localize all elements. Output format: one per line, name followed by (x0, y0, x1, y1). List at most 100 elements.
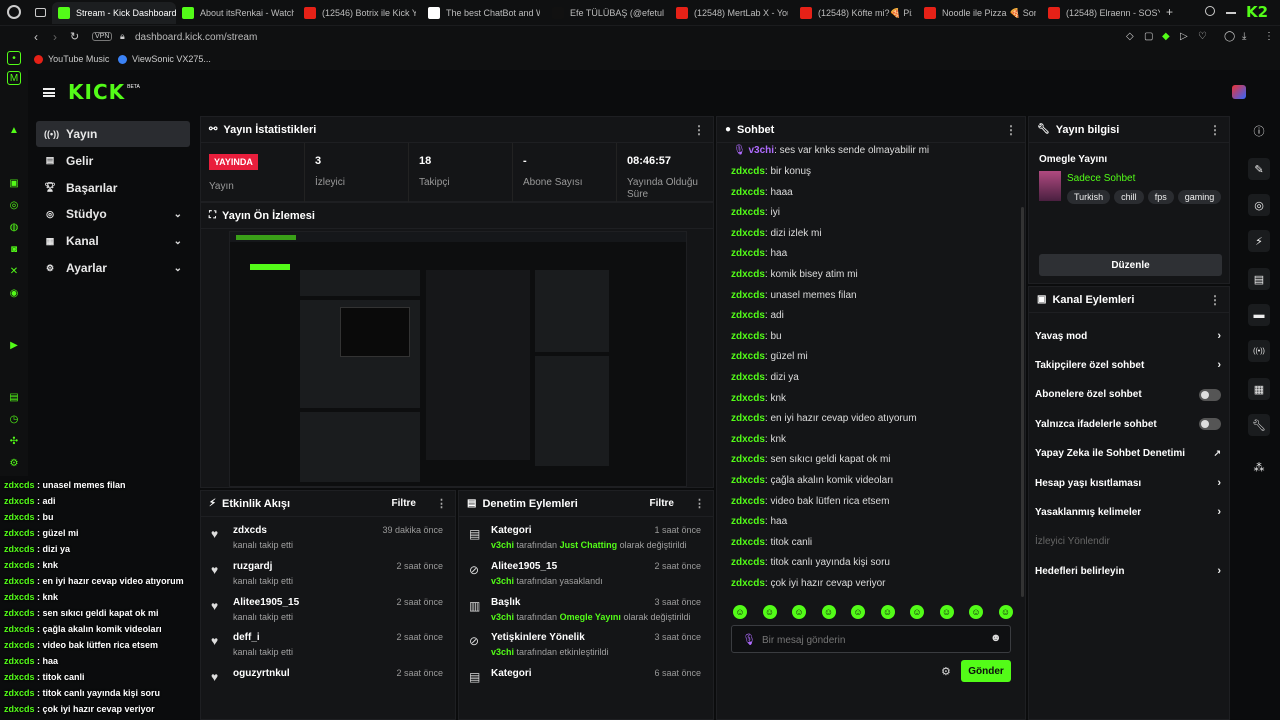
toggle-switch[interactable] (1199, 418, 1221, 431)
chevron-right-icon[interactable]: › (1217, 477, 1221, 489)
user-avatar[interactable] (1232, 85, 1246, 99)
chat-username[interactable]: zdxcds (731, 310, 765, 321)
filter-button[interactable]: Filtre (392, 498, 416, 509)
sidebar-item-3[interactable]: ◎ Stüdyo ⌄ (36, 201, 190, 227)
browser-tab[interactable]: The best ChatBot and W (428, 2, 540, 24)
chevron-down-icon[interactable]: ⌄ (174, 236, 182, 247)
reload-icon[interactable]: ↻ (70, 30, 79, 43)
chat-username[interactable]: zdxcds (731, 331, 765, 342)
emote-icon[interactable]: ☺ (998, 605, 1013, 619)
history-icon[interactable]: ◷ (7, 412, 21, 426)
filter-button[interactable]: Filtre (650, 498, 674, 509)
chat-icon[interactable]: ▬ (1248, 304, 1270, 326)
chat-username[interactable]: zdxcds (731, 166, 765, 177)
toggle-switch[interactable] (1199, 388, 1221, 401)
search-tabs-icon[interactable] (1205, 6, 1215, 16)
new-tab-button[interactable]: + (1166, 5, 1173, 19)
download-icon[interactable]: ⤓ (1242, 31, 1246, 42)
chat-username[interactable]: zdxcds (731, 290, 765, 301)
emote-icon[interactable]: ☺ (939, 605, 954, 619)
preview-video[interactable] (229, 231, 687, 487)
broadcast-icon[interactable]: ((•)) (1248, 340, 1270, 362)
stream-tag[interactable]: fps (1147, 190, 1174, 204)
emote-icon[interactable]: ☺ (733, 605, 747, 619)
x-icon[interactable]: ✕ (7, 264, 21, 278)
chat-scrollbar[interactable] (1021, 207, 1024, 597)
chat-username[interactable]: zdxcds (731, 454, 765, 465)
settings-gear-icon[interactable]: ⚙ (7, 456, 21, 470)
chat-settings-icon[interactable]: ⚙ (941, 665, 951, 678)
channel-action-item[interactable]: Hedefleri belirleyin › (1035, 560, 1221, 582)
event-username[interactable]: zdxcds (233, 525, 267, 536)
chat-username[interactable]: zdxcds (731, 372, 765, 383)
play-icon[interactable]: ▷ (1180, 31, 1188, 42)
more-options-icon[interactable]: ⋮ (1005, 123, 1017, 137)
emote-icon[interactable]: ☺ (910, 605, 924, 619)
chevron-down-icon[interactable]: ⌄ (174, 209, 182, 220)
sidebar-item-0[interactable]: ((•)) Yayın (36, 121, 190, 147)
activity-event[interactable]: ♥ Alitee1905_15 kanalı takip etti 2 saat ön… (209, 593, 447, 627)
channel-action-item[interactable]: Abonelere özel sohbet (1035, 384, 1221, 406)
chat-username[interactable]: zdxcds (731, 475, 765, 486)
chat-username[interactable]: zdxcds (731, 393, 765, 404)
browser-tab[interactable]: (12548) Elraenn - SOSYA (1048, 2, 1160, 24)
target-icon[interactable]: ◎ (1248, 194, 1270, 216)
moderation-event[interactable]: ⊘ Alitee1905_15 v3chi tarafından yasakland… (467, 557, 705, 591)
whatsapp-icon[interactable]: ◍ (7, 220, 21, 234)
more-options-icon[interactable]: ⋮ (1209, 123, 1221, 137)
microphone-icon[interactable]: 🎙︎ (742, 633, 756, 646)
activity-event[interactable]: ♥ oguzyrtnkul 2 saat önce (209, 664, 447, 698)
chat-username[interactable]: zdxcds (731, 207, 765, 218)
event-username[interactable]: ruzgardj (233, 561, 272, 572)
category-name[interactable]: Sadece Sohbet (1067, 173, 1135, 184)
browser-tab[interactable]: (12546) Botrix ile Kick Y (304, 2, 416, 24)
kick-sidebar-icon[interactable]: ▲ (7, 123, 21, 137)
forward-icon[interactable]: › (53, 30, 57, 44)
browser-tab[interactable]: (12548) Köfte mi?🍕 Piz (800, 2, 912, 24)
messenger-icon[interactable]: ◎ (7, 198, 21, 212)
bookmark-viewsonic[interactable]: ViewSonic VX275... (118, 54, 211, 64)
extensions-icon[interactable]: ✣ (7, 434, 21, 448)
stream-tag[interactable]: gaming (1177, 190, 1222, 204)
browser-tab[interactable]: Stream - Kick Dashboard (52, 2, 176, 24)
channel-action-item[interactable]: Yasaklanmış kelimeler › (1035, 501, 1221, 523)
chat-username[interactable]: v3chi (748, 145, 774, 156)
stream-tag[interactable]: Turkish (1067, 190, 1111, 204)
emote-icon[interactable]: ☺ (762, 605, 777, 619)
chat-username[interactable]: zdxcds (731, 557, 765, 568)
browser-tab[interactable]: (12548) MertLab X - You (676, 2, 788, 24)
chat-username[interactable]: zdxcds (731, 269, 765, 280)
chat-username[interactable]: zdxcds (731, 248, 765, 259)
info-icon[interactable]: ⓘ (1248, 120, 1270, 142)
vpn-badge[interactable]: VPN (92, 32, 113, 41)
player-icon[interactable]: ▶ (7, 338, 21, 352)
opera-logo-icon[interactable] (7, 5, 21, 19)
browser-tab[interactable]: About itsRenkai - Watch (182, 2, 294, 24)
panel-icon[interactable]: ▦ (1248, 378, 1270, 400)
more-options-icon[interactable]: ⋮ (694, 497, 705, 510)
chat-username[interactable]: zdxcds (731, 187, 765, 198)
sidebar-item-1[interactable]: ▤ Gelir (36, 148, 190, 174)
more-options-icon[interactable]: ⋮ (1209, 293, 1221, 307)
menu-icon[interactable]: ⋮ (1264, 31, 1274, 42)
emoji-picker-icon[interactable]: ☻ (990, 632, 1002, 644)
pencil-icon[interactable]: ✎ (1248, 158, 1270, 180)
discord-icon[interactable]: ◉ (7, 286, 21, 300)
tab-overview-icon[interactable] (35, 8, 46, 17)
bookmark-page-icon[interactable]: ◇ (1126, 31, 1134, 42)
whatsapp-web-icon[interactable]: • (7, 51, 21, 65)
moderator-username[interactable]: v3chi (491, 647, 514, 657)
chat-input-box[interactable]: 🎙︎ ☻ (731, 625, 1011, 653)
emote-icon[interactable]: ☺ (880, 605, 895, 619)
heart-icon[interactable]: ♡ (1198, 31, 1207, 42)
chevron-right-icon[interactable]: › (1217, 506, 1221, 518)
browser-tab[interactable]: Efe TÜLÜBAŞ (@efetulu (552, 2, 664, 24)
maps-icon[interactable]: M (7, 71, 21, 85)
wallet-icon[interactable]: ▤ (7, 390, 21, 404)
event-username[interactable]: deff_i (233, 632, 260, 643)
wrench-icon[interactable]: 🔧︎ (1248, 414, 1270, 436)
chevron-right-icon[interactable]: › (1217, 359, 1221, 371)
event-username[interactable]: oguzyrtnkul (233, 668, 290, 679)
chevron-right-icon[interactable]: › (1217, 330, 1221, 342)
kick-logo[interactable]: KICK BETA (68, 80, 140, 104)
